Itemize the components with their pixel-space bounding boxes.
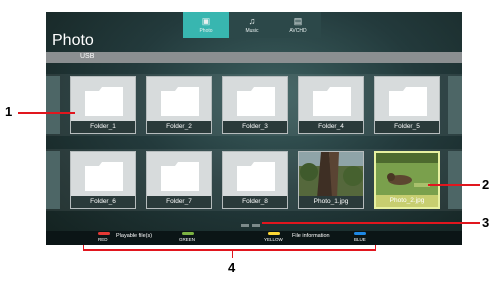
folder-tile[interactable]: Folder_2 <box>146 76 212 134</box>
tab-avchd[interactable]: ▤ AVCHD <box>275 12 321 38</box>
callout-4-label: 4 <box>228 260 236 275</box>
callout-1-label: 1 <box>5 104 13 119</box>
callout-2-line <box>428 184 480 186</box>
photo-tile-selected[interactable]: Photo_2.jpg <box>374 151 440 209</box>
folder-icon <box>237 87 275 116</box>
page-indicator <box>252 224 260 227</box>
callout-4-bracket <box>83 249 376 251</box>
photo-icon: ▣ <box>201 15 211 26</box>
callout-1-line <box>18 112 75 114</box>
folder-tile[interactable]: Folder_5 <box>374 76 440 134</box>
folder-icon <box>161 162 199 191</box>
folder-tile[interactable]: Folder_1 <box>70 76 136 134</box>
avchd-icon: ▤ <box>293 15 303 26</box>
left-edge-tile <box>46 151 60 209</box>
right-edge-tile <box>448 76 462 134</box>
page-title: Photo <box>52 32 94 49</box>
callout-3-label: 3 <box>482 215 490 230</box>
right-edge-tile <box>448 151 462 209</box>
tv-screen: Photo ▣ Photo ♫ Music ▤ AVCHD USB Folder… <box>46 12 462 245</box>
callout-4-stem <box>232 250 233 258</box>
left-edge-tile <box>46 76 60 134</box>
media-tabs: ▣ Photo ♫ Music ▤ AVCHD <box>183 12 321 38</box>
folder-tile[interactable]: Folder_7 <box>146 151 212 209</box>
callout-4-bracket-left <box>83 245 84 250</box>
tab-music[interactable]: ♫ Music <box>229 12 275 38</box>
folder-icon <box>313 87 351 116</box>
folder-tile[interactable]: Folder_8 <box>222 151 288 209</box>
callout-2-label: 2 <box>482 177 490 192</box>
green-key-icon <box>182 232 194 235</box>
folder-tile[interactable]: Folder_3 <box>222 76 288 134</box>
color-key-bar: RED Playable file(s) GREEN YELLOW File i… <box>46 231 462 245</box>
yellow-key-icon <box>268 232 280 235</box>
music-note-icon: ♫ <box>248 15 256 26</box>
folder-icon <box>85 87 123 116</box>
tab-photo[interactable]: ▣ Photo <box>183 12 229 38</box>
photo-tile[interactable]: Photo_1.jpg <box>298 151 364 209</box>
page-indicator <box>241 224 249 227</box>
folder-icon <box>389 87 427 116</box>
folder-icon <box>85 162 123 191</box>
blue-key-icon <box>354 232 366 235</box>
callout-4-bracket-right <box>375 245 376 250</box>
folder-tile[interactable]: Folder_4 <box>298 76 364 134</box>
photo-thumbnail <box>376 153 438 195</box>
red-key-icon <box>98 232 110 235</box>
callout-3-line <box>262 222 480 224</box>
folder-icon <box>237 162 275 191</box>
photo-thumbnail <box>299 152 363 198</box>
folder-tile[interactable]: Folder_6 <box>70 151 136 209</box>
source-label: USB <box>80 53 95 60</box>
source-bar: USB <box>46 52 462 63</box>
folder-icon <box>161 87 199 116</box>
